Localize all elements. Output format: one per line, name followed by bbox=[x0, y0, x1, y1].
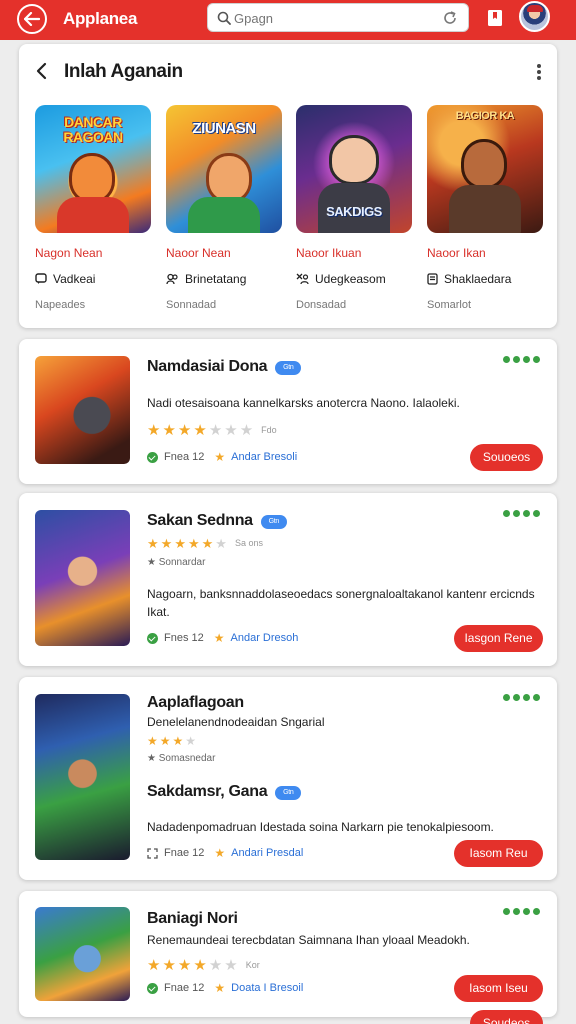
featured-game-tile[interactable]: SAKDIGS Naoor Ikuan Udegkeasom Donsadad bbox=[296, 105, 412, 311]
arrow-left-icon bbox=[24, 12, 40, 26]
featured-game-tile[interactable]: DANCAR RAGOAN Nagon Nean Vadkeai Napeade… bbox=[35, 105, 151, 311]
game-name: Naoor Ikan bbox=[427, 246, 486, 260]
group-icon bbox=[296, 273, 309, 285]
game-category: Sonnadad bbox=[166, 299, 217, 311]
search-icon bbox=[217, 11, 231, 25]
install-button[interactable]: Iasom Reu bbox=[454, 840, 543, 867]
game-category: Napeades bbox=[35, 299, 86, 311]
star-icon: ★ bbox=[214, 450, 226, 464]
developer-link[interactable]: Andari Presdal bbox=[231, 847, 303, 859]
game-category: Donsadad bbox=[296, 299, 347, 311]
game-sub-line: Denelelanendnodeaidan Sngarial bbox=[147, 715, 325, 729]
game-cover-art: SAKDIGS bbox=[296, 105, 412, 233]
game-description: Renemaundeai terecbdatan Saimnana Ihan y… bbox=[147, 933, 470, 947]
game-list-item[interactable]: Namdasiai Dona Gtn Nadi otesaisoana kanne… bbox=[19, 339, 557, 484]
game-name: Nagon Nean bbox=[35, 246, 103, 260]
install-button[interactable]: Souoeos bbox=[470, 444, 543, 471]
rating-dots bbox=[503, 694, 540, 701]
game-category: Somarlot bbox=[427, 299, 472, 311]
check-icon bbox=[147, 632, 158, 644]
app-title: Applanea bbox=[63, 9, 138, 28]
back-button[interactable] bbox=[17, 4, 47, 34]
featured-game-tile[interactable]: BAGIOR KA Naoor Ikan Shaklaedara Somarlo… bbox=[427, 105, 543, 311]
game-subtitle: Sonnardar bbox=[158, 557, 206, 568]
top-app-bar: Applanea bbox=[0, 0, 576, 40]
tag-badge: Gtn bbox=[260, 515, 287, 529]
game-developer: Brinetatang bbox=[185, 272, 247, 286]
developer-link[interactable]: Doata I Bresoil bbox=[231, 982, 303, 994]
star-icon: ★ bbox=[214, 981, 226, 995]
rating-dots bbox=[503, 908, 540, 915]
star-rating: ★ ★ ★ ★ bbox=[147, 734, 197, 748]
search-input[interactable] bbox=[234, 8, 434, 28]
featured-game-tile[interactable]: ZIUNASN Naoor Nean Brinetatang Sonnadad bbox=[166, 105, 282, 311]
game-developer: Udegkeasom bbox=[315, 272, 386, 286]
people-icon bbox=[166, 273, 178, 285]
game-description: Nadadenpomadruan Idestada soina Narkarn … bbox=[147, 820, 494, 834]
rating-text: Kor bbox=[245, 960, 260, 970]
game-developer: Shaklaedara bbox=[444, 272, 512, 286]
game-name: Naoor Ikuan bbox=[296, 246, 362, 260]
install-button[interactable]: Iasom Iseu bbox=[454, 975, 543, 1002]
featured-collection-card: Inlah Aganain DANCAR RAGOAN Nagon Nean V… bbox=[19, 44, 557, 328]
game-description: Nadi otesaisoana kannelkarsks anotercra … bbox=[147, 396, 460, 410]
game-subtitle: Somasnedar bbox=[158, 753, 216, 764]
game-cover-art: ZIUNASN bbox=[166, 105, 282, 233]
developer-link[interactable]: Andar Bresoli bbox=[231, 451, 297, 463]
document-icon bbox=[427, 273, 438, 285]
game-thumbnail bbox=[35, 907, 130, 1001]
game-title: Namdasiai Dona bbox=[147, 358, 268, 375]
collection-title: Inlah Aganain bbox=[64, 61, 183, 82]
game-title: Aaplaflagoan bbox=[147, 694, 244, 711]
game-cover-art: DANCAR RAGOAN bbox=[35, 105, 151, 233]
game-thumbnail bbox=[35, 694, 130, 860]
tag-badge: Gtn bbox=[275, 786, 302, 800]
game-thumbnail bbox=[35, 510, 130, 646]
rating-text: Fdo bbox=[261, 425, 277, 435]
star-icon: ★ bbox=[147, 557, 156, 568]
star-icon: ★ bbox=[213, 631, 225, 645]
rating-dots bbox=[503, 510, 540, 517]
price-label: Fnae 12 bbox=[164, 847, 205, 859]
price-label: Fnes 12 bbox=[164, 632, 204, 644]
bookmark-icon[interactable] bbox=[487, 9, 503, 27]
star-rating: ★ ★ ★ ★ ★ ★ Kor bbox=[147, 957, 260, 974]
game-list-item[interactable]: Baniagi Nori Renemaundeai terecbdatan Sa… bbox=[19, 891, 557, 1017]
install-button[interactable]: Iasgon Rene bbox=[454, 625, 543, 652]
rating-dots bbox=[503, 356, 540, 363]
price-label: Fnea 12 bbox=[164, 451, 205, 463]
game-title: Baniagi Nori bbox=[147, 910, 238, 927]
star-icon: ★ bbox=[147, 753, 156, 764]
game-developer: Vadkeai bbox=[53, 272, 96, 286]
user-avatar[interactable] bbox=[519, 1, 550, 32]
tag-badge: Gtn bbox=[275, 361, 302, 375]
chevron-left-icon[interactable] bbox=[35, 62, 47, 80]
game-list-item[interactable]: Sakan Sednna Gtn ★ ★ ★ ★ ★ ★ Sa ons ★ Sonnarda… bbox=[19, 493, 557, 666]
game-cover-art: BAGIOR KA bbox=[427, 105, 543, 233]
star-icon: ★ bbox=[214, 846, 226, 860]
developer-link[interactable]: Andar Dresoh bbox=[231, 632, 299, 644]
next-item-button[interactable]: Soudeos bbox=[470, 1010, 543, 1024]
star-rating: ★ ★ ★ ★ ★ ★ ★ Fdo bbox=[147, 422, 277, 439]
game-title: Sakan Sednna bbox=[147, 512, 253, 529]
game-list-item[interactable]: Aaplaflagoan Denelelanendnodeaidan Sngar… bbox=[19, 677, 557, 880]
game-title-secondary: Sakdamsr, Gana bbox=[147, 783, 268, 800]
refresh-icon[interactable] bbox=[442, 10, 458, 26]
check-icon bbox=[147, 982, 158, 994]
price-label: Fnae 12 bbox=[164, 982, 205, 994]
search-bar[interactable] bbox=[207, 3, 469, 32]
star-rating: ★ ★ ★ ★ ★ ★ Sa ons bbox=[147, 536, 263, 551]
game-name: Naoor Nean bbox=[166, 246, 231, 260]
chat-icon bbox=[35, 273, 47, 284]
game-description: Nagoarn, banksnnaddolaseoedacs sonergnal… bbox=[147, 587, 535, 619]
check-icon bbox=[147, 451, 158, 463]
expand-icon bbox=[147, 847, 158, 859]
game-thumbnail bbox=[35, 356, 130, 464]
rating-text: Sa ons bbox=[234, 538, 263, 548]
more-vert-icon[interactable] bbox=[537, 64, 541, 80]
